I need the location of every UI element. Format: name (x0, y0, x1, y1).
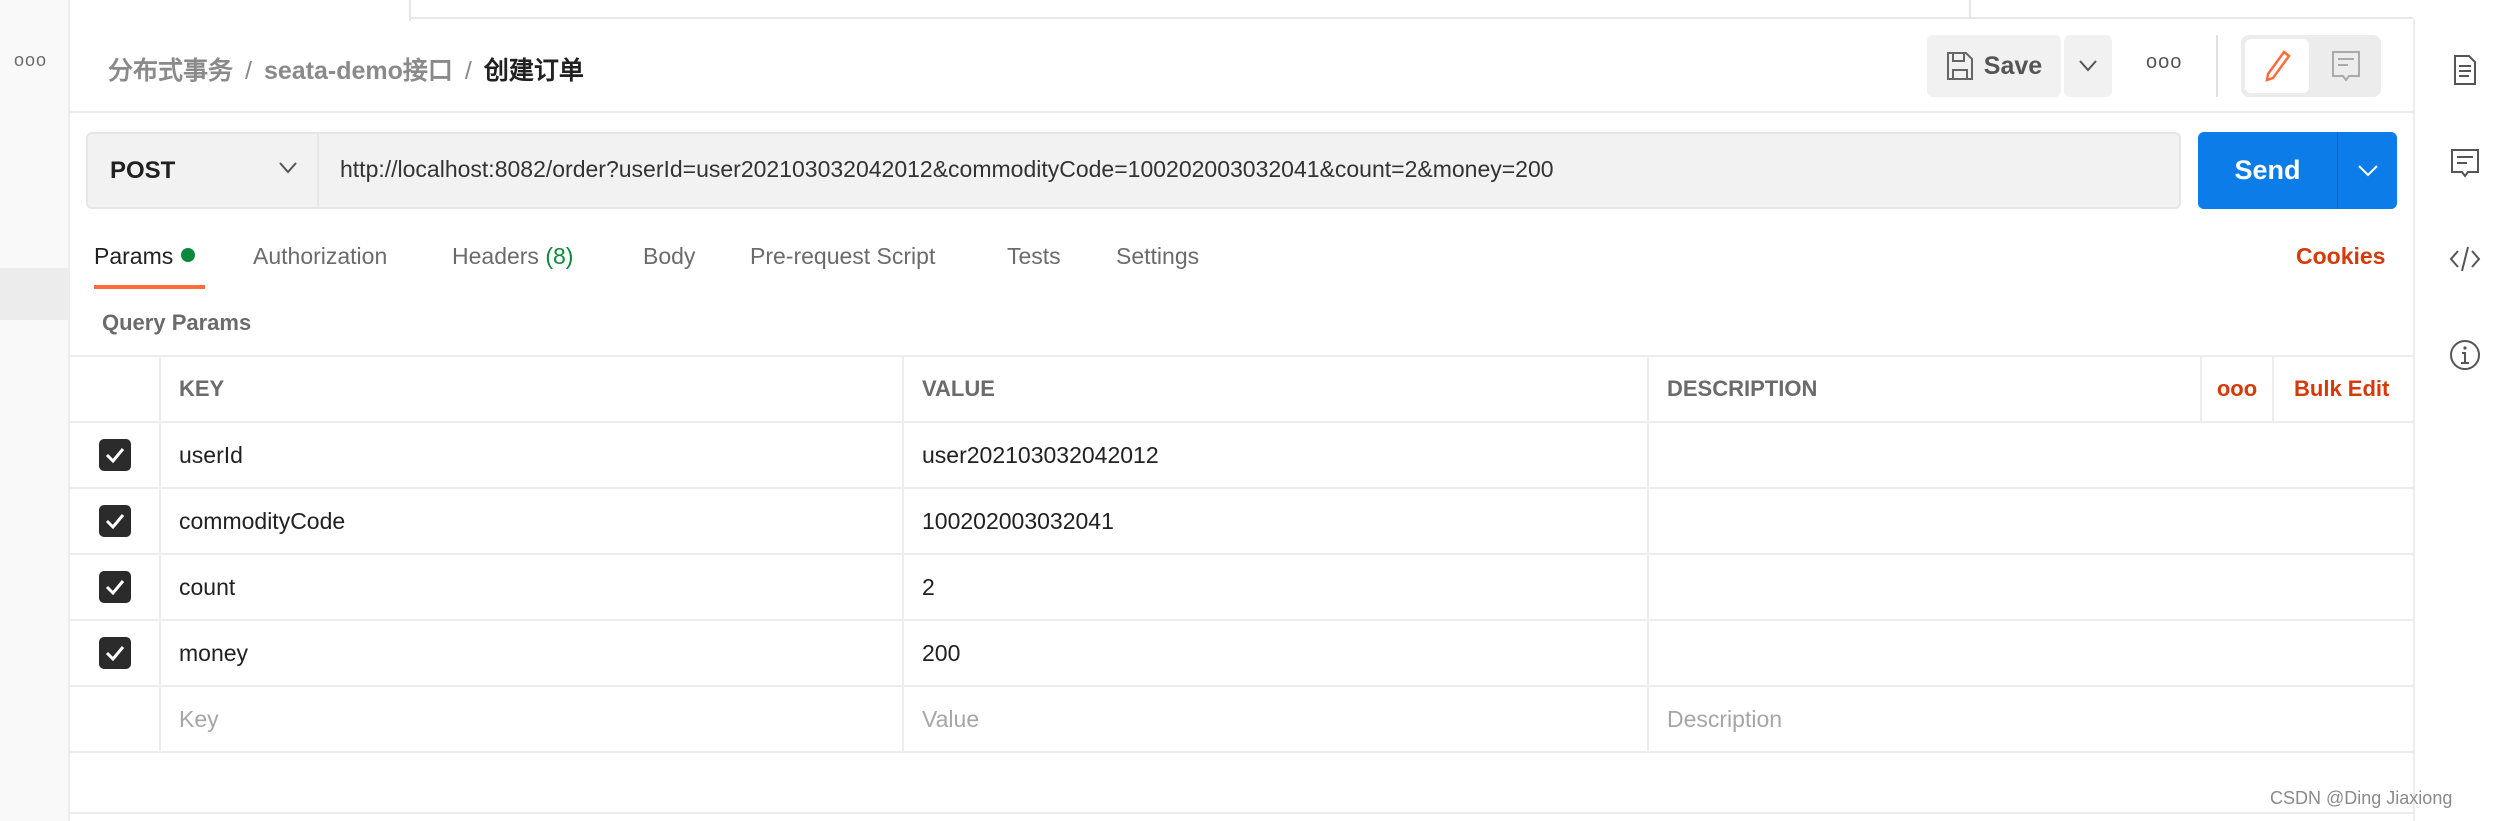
divider (70, 812, 2413, 814)
checkmark-icon (105, 646, 124, 661)
row-checkbox[interactable] (98, 637, 131, 669)
active-tab-indicator (94, 285, 205, 289)
value-input[interactable]: user202103032042012 (902, 423, 1647, 487)
checkbox-cell (70, 555, 159, 619)
send-dropdown-button[interactable] (2337, 132, 2397, 209)
left-sidebar: ooo (0, 0, 70, 821)
tab-headers[interactable]: Headers (8) (452, 243, 573, 270)
key-input[interactable]: money (159, 621, 902, 685)
query-params-title: Query Params (102, 310, 252, 335)
description-input[interactable]: Description (1647, 687, 2483, 751)
breadcrumb-separator: / (464, 57, 472, 85)
url-input[interactable]: http://localhost:8082/order?userId=user2… (340, 156, 1554, 183)
column-header-description: DESCRIPTION (1647, 357, 2200, 421)
breadcrumb-collection[interactable]: 分布式事务 (108, 57, 233, 85)
request-tab-strip (70, 0, 2413, 21)
description-input[interactable] (1647, 555, 2483, 619)
sidebar-more-icon[interactable]: ooo (14, 50, 47, 71)
table-row: userId user202103032042012 (70, 423, 2413, 489)
tab-tests[interactable]: Tests (1007, 243, 1061, 270)
tab-authorization[interactable]: Authorization (253, 243, 387, 270)
url-bar: POST http://localhost:8082/order?userId=… (86, 132, 2181, 209)
key-input[interactable]: Key (159, 687, 902, 751)
tab-params[interactable]: Params (94, 243, 196, 270)
send-button-group: Send (2198, 132, 2397, 209)
code-icon[interactable] (2449, 243, 2481, 275)
tab-label: Params (94, 243, 174, 269)
bulk-edit-button[interactable]: Bulk Edit (2272, 357, 2413, 421)
chevron-down-icon (279, 162, 297, 174)
value-input[interactable]: 2 (902, 555, 1647, 619)
breadcrumb: 分布式事务 / seata-demo接口 / 创建订单 (108, 51, 584, 87)
table-row: commodityCode 100202003032041 (70, 489, 2413, 555)
table-row-placeholder: Key Value Description (70, 687, 2413, 753)
save-label: Save (1983, 51, 2043, 80)
column-options-icon[interactable]: ooo (2200, 357, 2272, 421)
tab-body[interactable]: Body (643, 243, 695, 270)
documentation-icon[interactable] (2449, 54, 2481, 86)
column-header-key: KEY (159, 357, 902, 421)
description-input[interactable] (1647, 489, 2483, 553)
key-input[interactable]: userId (159, 423, 902, 487)
comment-icon (2332, 51, 2360, 82)
row-checkbox[interactable] (98, 505, 131, 537)
save-icon (1946, 52, 1973, 80)
comment-mode-button[interactable] (2315, 39, 2377, 93)
edit-mode-button[interactable] (2245, 39, 2309, 93)
key-input[interactable]: count (159, 555, 902, 619)
request-tab-active[interactable] (70, 0, 411, 21)
checkmark-icon (105, 580, 124, 595)
row-checkbox[interactable] (98, 439, 131, 471)
table-row: count 2 (70, 555, 2413, 621)
pencil-icon (2265, 50, 2291, 82)
tab-divider (1969, 0, 1971, 19)
send-button[interactable]: Send (2198, 132, 2337, 209)
mode-toggle (2241, 35, 2381, 97)
cookies-link[interactable]: Cookies (2296, 243, 2385, 270)
tab-pre-request-script[interactable]: Pre-request Script (750, 243, 935, 270)
divider (2216, 35, 2218, 97)
info-icon[interactable] (2449, 339, 2481, 371)
header-checkbox-cell (70, 357, 159, 421)
key-input[interactable]: commodityCode (159, 489, 902, 553)
breadcrumb-request[interactable]: 创建订单 (484, 57, 584, 85)
value-input[interactable]: Value (902, 687, 1647, 751)
request-header: 分布式事务 / seata-demo接口 / 创建订单 Save ooo (70, 19, 2413, 113)
description-input[interactable] (1647, 621, 2483, 685)
tab-label: Headers (452, 243, 539, 269)
checkbox-cell (70, 621, 159, 685)
description-input[interactable] (1647, 423, 2483, 487)
headers-count: (8) (545, 243, 574, 269)
comments-icon[interactable] (2449, 147, 2481, 179)
query-params-table: KEY VALUE DESCRIPTION ooo Bulk Edit user… (70, 355, 2413, 753)
more-actions-icon[interactable]: ooo (2146, 51, 2182, 74)
chevron-down-icon (2357, 164, 2378, 176)
checkbox-cell (70, 423, 159, 487)
breadcrumb-separator: / (245, 57, 252, 85)
watermark: CSDN @Ding Jiaxiong (2270, 788, 2453, 808)
value-input[interactable]: 100202003032041 (902, 489, 1647, 553)
chevron-down-icon (2079, 60, 2097, 72)
params-active-dot (181, 248, 196, 262)
breadcrumb-folder[interactable]: seata-demo接口 (264, 57, 453, 85)
sidebar-selected-item[interactable] (0, 268, 68, 320)
value-input[interactable]: 200 (902, 621, 1647, 685)
tab-settings[interactable]: Settings (1116, 243, 1199, 270)
method-select[interactable]: POST (88, 134, 319, 207)
save-dropdown-button[interactable] (2064, 35, 2112, 97)
checkbox-cell (70, 489, 159, 553)
save-button[interactable]: Save (1927, 35, 2061, 97)
method-label: POST (110, 156, 176, 184)
row-checkbox[interactable] (98, 571, 131, 603)
checkmark-icon (105, 514, 124, 529)
checkbox-cell (70, 687, 159, 751)
table-header-row: KEY VALUE DESCRIPTION ooo Bulk Edit (70, 357, 2413, 423)
column-header-value: VALUE (902, 357, 1647, 421)
table-row: money 200 (70, 621, 2413, 687)
checkmark-icon (105, 448, 124, 463)
